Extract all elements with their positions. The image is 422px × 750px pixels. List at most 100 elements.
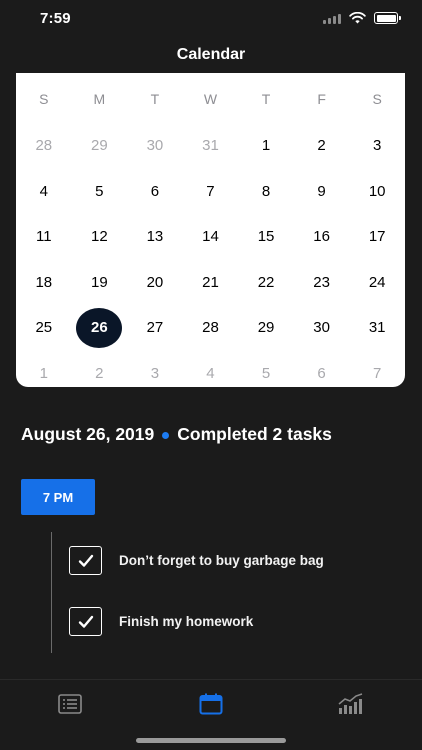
calendar-icon [199,693,223,715]
calendar-day[interactable]: 3 [127,351,183,397]
calendar-day[interactable]: 30 [127,123,183,169]
calendar-week-row: 18 19 20 21 22 23 24 [16,260,405,306]
calendar-day[interactable]: 11 [16,214,72,260]
calendar-day-selected[interactable]: 26 [72,305,128,351]
calendar-day[interactable]: 15 [238,214,294,260]
calendar-day[interactable]: 9 [294,169,350,215]
day-number: 30 [313,319,330,337]
calendar-day[interactable]: 1 [16,351,72,397]
day-number: 12 [91,228,108,246]
task-checkbox[interactable] [69,546,102,575]
calendar-day[interactable]: 8 [238,169,294,215]
calendar-day[interactable]: 4 [16,169,72,215]
calendar-day[interactable]: 22 [238,260,294,306]
calendar-day[interactable]: 4 [183,351,239,397]
calendar-day[interactable]: 5 [238,351,294,397]
day-number: 1 [39,364,48,382]
calendar-day[interactable]: 20 [127,260,183,306]
list-icon [58,694,82,714]
weekday-label: M [93,91,106,107]
calendar-day[interactable]: 19 [72,260,128,306]
day-number: 13 [146,228,164,246]
calendar-day[interactable]: 29 [238,305,294,351]
day-number: 30 [146,137,164,155]
calendar-day[interactable]: 2 [294,123,350,169]
battery-icon [374,12,401,24]
weekday-label: T [150,91,160,107]
calendar-day[interactable]: 5 [72,169,128,215]
day-number: 31 [368,319,386,337]
calendar-day[interactable]: 27 [127,305,183,351]
day-number: 21 [202,273,219,291]
calendar-day[interactable]: 6 [127,169,183,215]
day-number: 19 [91,273,108,291]
day-number: 1 [261,137,271,155]
calendar-day[interactable]: 29 [72,123,128,169]
calendar-day[interactable]: 10 [349,169,405,215]
day-number: 20 [146,273,164,291]
day-number: 18 [35,273,53,291]
calendar-week-row: 25 26 27 28 29 30 31 [16,305,405,351]
tab-list[interactable] [40,690,100,718]
calendar-day[interactable]: 30 [294,305,350,351]
day-number: 6 [150,182,160,200]
status-time: 7:59 [40,10,71,27]
timeline-line [51,532,52,653]
day-number: 16 [313,228,330,246]
calendar-day[interactable]: 21 [183,260,239,306]
tab-statistics[interactable] [321,690,381,718]
wifi-icon [349,12,366,24]
day-number: 29 [257,319,275,337]
status-bar: 7:59 [0,0,422,38]
calendar-day[interactable]: 28 [183,305,239,351]
day-number: 26 [76,307,123,348]
calendar-day[interactable]: 7 [349,351,405,397]
stats-chart-icon [338,693,363,714]
tab-calendar[interactable] [181,690,241,718]
day-number: 28 [35,137,53,155]
task-item[interactable]: Don’t forget to buy garbage bag [69,546,324,575]
day-number: 11 [35,228,52,246]
calendar-day[interactable]: 31 [183,123,239,169]
calendar-day[interactable]: 3 [349,123,405,169]
calendar-day[interactable]: 1 [238,123,294,169]
calendar-day[interactable]: 25 [16,305,72,351]
calendar-day[interactable]: 6 [294,351,350,397]
checkmark-icon [78,615,93,628]
weekday-label: S [39,91,49,107]
task-item[interactable]: Finish my homework [69,607,253,636]
calendar-day[interactable]: 18 [16,260,72,306]
time-slot-button[interactable]: 7 PM [21,479,95,515]
calendar-day[interactable]: 7 [183,169,239,215]
calendar-day[interactable]: 24 [349,260,405,306]
calendar-day[interactable]: 16 [294,214,350,260]
calendar-day[interactable]: 23 [294,260,350,306]
calendar-day[interactable]: 28 [16,123,72,169]
day-number: 29 [91,137,108,155]
day-number: 28 [202,319,219,337]
calendar-day[interactable]: 17 [349,214,405,260]
weekday-header-row: S M T W T F S [16,73,405,123]
day-number: 4 [39,182,48,200]
signal-icon [323,13,341,24]
day-number: 31 [202,137,219,155]
calendar-day[interactable]: 13 [127,214,183,260]
home-indicator[interactable] [136,738,286,743]
task-label: Finish my homework [119,614,254,629]
weekday-label: T [261,91,271,107]
day-number: 9 [317,182,326,200]
task-checkbox[interactable] [69,607,102,636]
day-summary: August 26, 2019 Completed 2 tasks [21,424,332,445]
day-number: 2 [317,137,326,155]
calendar-day[interactable]: 14 [183,214,239,260]
weekday-label: W [203,91,218,107]
checkmark-icon [78,554,93,567]
day-number: 5 [261,364,271,382]
day-number: 23 [313,273,330,291]
calendar-day[interactable]: 12 [72,214,128,260]
calendar-day[interactable]: 2 [72,351,128,397]
calendar-day[interactable]: 31 [349,305,405,351]
task-label: Don’t forget to buy garbage bag [119,553,324,568]
day-number: 7 [206,182,215,200]
calendar-grid: S M T W T F S 28 29 30 31 1 2 3 4 5 6 7 8 9 10 11 12 13 1… [16,73,405,396]
